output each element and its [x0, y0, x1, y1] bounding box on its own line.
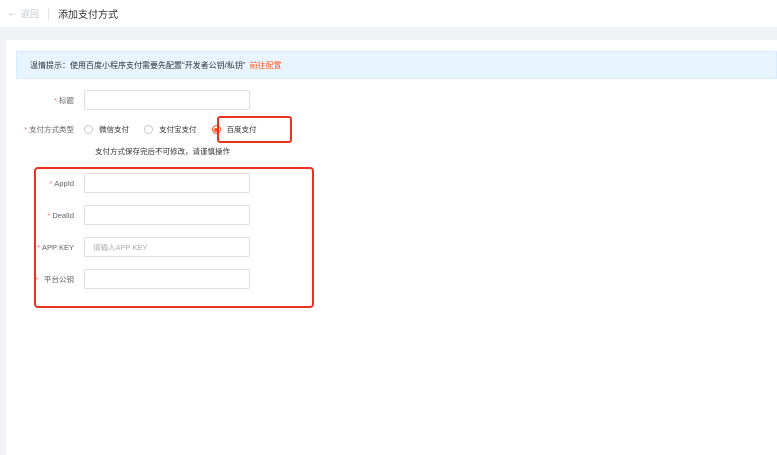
form-row-dealid: * DealId — [6, 205, 250, 225]
radio-alipay-label: 支付宝支付 — [159, 125, 197, 134]
dealid-input[interactable] — [84, 205, 250, 225]
required-mark: * — [35, 274, 38, 284]
pay-type-label: * 支付方式类型 — [24, 125, 74, 134]
radio-alipay[interactable]: 支付宝支付 — [144, 124, 197, 135]
appid-label: * AppId — [49, 178, 74, 188]
title-label: * 标题 — [54, 95, 74, 105]
appid-input[interactable] — [84, 173, 250, 193]
back-label: 返回 — [21, 9, 40, 19]
required-mark: * — [54, 95, 57, 105]
form-row-title: * 标题 — [6, 90, 250, 110]
radio-circle-icon — [84, 125, 93, 134]
radio-wechat-label: 微信支付 — [99, 125, 129, 134]
app-key-input[interactable] — [84, 237, 250, 257]
required-mark: * — [49, 178, 53, 188]
arrow-left-icon: ← — [7, 7, 18, 19]
radio-baidu-label: 百度支付 — [226, 125, 257, 134]
required-mark: * — [24, 125, 27, 134]
required-mark: * — [37, 242, 41, 252]
top-bar: ← 返回 添加支付方式 — [0, 0, 777, 27]
form-row-pay-type: * 支付方式类型 微信支付 支付宝支付 百度支付 — [6, 124, 272, 135]
radio-checked-icon — [211, 125, 221, 134]
notice-config-link[interactable]: 前往配置 — [250, 60, 282, 71]
back-button[interactable]: ← 返回 — [7, 7, 39, 20]
form-row-appid: * AppId — [6, 173, 250, 193]
title-input[interactable] — [84, 90, 250, 110]
required-mark: * — [47, 210, 51, 220]
app-key-label: * APP KEY — [37, 242, 74, 252]
notice-banner: 温情提示：使用百度小程序支付需要先配置“开发者公钥/私钥” 前往配置 — [16, 51, 777, 79]
dealid-label: * DealId — [47, 210, 74, 220]
radio-circle-icon — [144, 125, 153, 134]
pay-type-hint: 支付方式保存完后不可修改，请谨慎操作 — [95, 147, 230, 156]
header-divider — [48, 7, 50, 20]
form-row-app-key: * APP KEY — [6, 237, 250, 257]
form-card: 温情提示：使用百度小程序支付需要先配置“开发者公钥/私钥” 前往配置 * 标题 *… — [6, 40, 777, 455]
public-key-label: * 平台公钥 — [35, 274, 74, 284]
pay-type-radio-group: 微信支付 支付宝支付 百度支付 — [84, 124, 272, 135]
page-title: 添加支付方式 — [58, 10, 119, 21]
public-key-input[interactable] — [84, 269, 250, 289]
notice-text: 温情提示：使用百度小程序支付需要先配置“开发者公钥/私钥” — [30, 60, 246, 70]
form-row-public-key: * 平台公钥 — [6, 269, 250, 289]
radio-wechat-pay[interactable]: 微信支付 — [84, 124, 129, 135]
radio-baidu-pay[interactable]: 百度支付 — [211, 124, 257, 135]
